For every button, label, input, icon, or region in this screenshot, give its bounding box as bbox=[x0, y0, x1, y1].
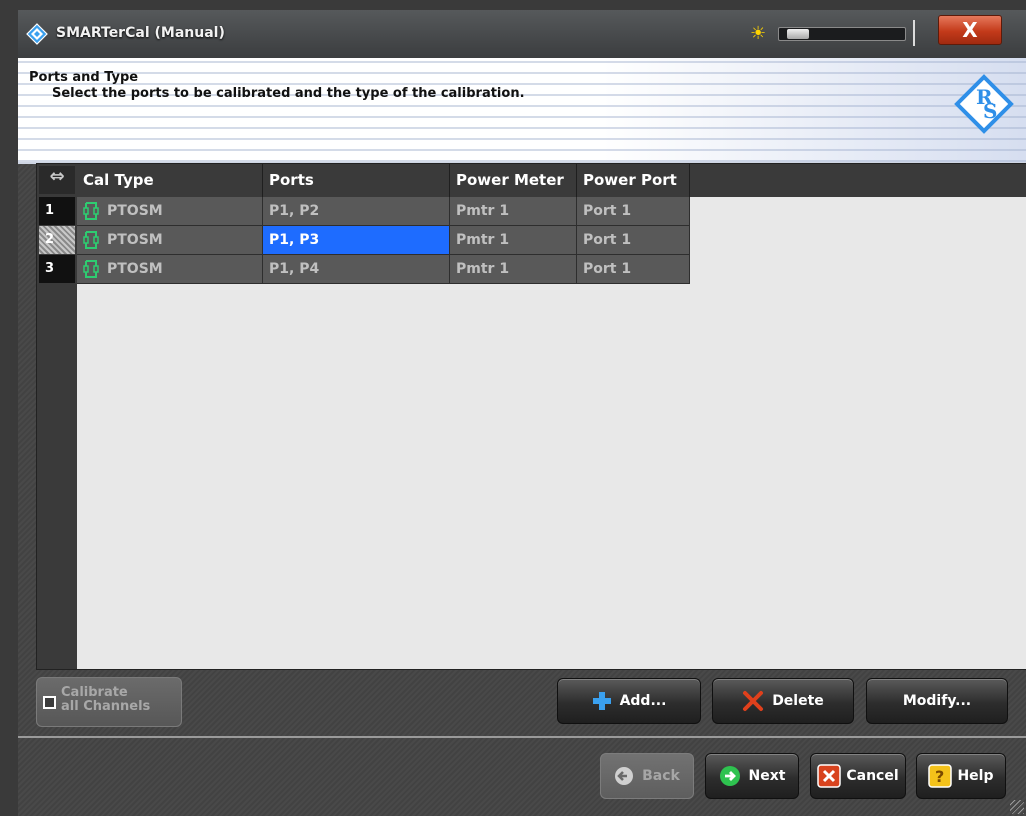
help-button[interactable]: ? Help bbox=[916, 753, 1006, 799]
cell-cal-type[interactable]: PTOSM bbox=[77, 226, 263, 255]
calibrate-all-line1: Calibrate bbox=[61, 685, 128, 700]
cell-power-meter[interactable]: Pmtr 1 bbox=[450, 255, 577, 284]
cell-power-meter[interactable]: Pmtr 1 bbox=[450, 226, 577, 255]
cancel-label: Cancel bbox=[846, 768, 899, 784]
footer-divider bbox=[18, 736, 1026, 738]
step-title: Ports and Type bbox=[29, 70, 139, 85]
back-button[interactable]: Back bbox=[600, 753, 694, 799]
close-button[interactable]: X bbox=[938, 15, 1002, 45]
cancel-x-icon bbox=[817, 764, 842, 788]
cell-ports[interactable]: P1, P4 bbox=[263, 255, 450, 284]
calibration-type-icon bbox=[83, 202, 99, 220]
calibration-table: ⇔ Cal Type Ports Power Meter Power Port … bbox=[36, 163, 1026, 670]
plus-icon bbox=[592, 692, 611, 710]
rohde-schwarz-logo-icon: R S bbox=[954, 74, 1014, 134]
add-label: Add... bbox=[619, 693, 667, 709]
cal-type-value: PTOSM bbox=[107, 203, 163, 219]
row-number[interactable]: 2 bbox=[39, 226, 75, 254]
cell-ports[interactable]: P1, P2 bbox=[263, 197, 450, 226]
cell-power-port[interactable]: Port 1 bbox=[577, 197, 690, 226]
app-logo-icon bbox=[26, 23, 48, 45]
help-icon: ? bbox=[928, 764, 953, 788]
column-header-ports[interactable]: Ports bbox=[263, 164, 450, 197]
cal-type-value: PTOSM bbox=[107, 261, 163, 277]
resize-columns-icon[interactable]: ⇔ bbox=[39, 166, 75, 194]
next-button[interactable]: Next bbox=[705, 753, 799, 799]
back-label: Back bbox=[642, 768, 680, 784]
next-label: Next bbox=[748, 768, 786, 784]
modify-button[interactable]: Modify... bbox=[866, 678, 1008, 724]
delete-label: Delete bbox=[772, 693, 824, 709]
row-number[interactable]: 3 bbox=[39, 255, 75, 283]
cell-power-port[interactable]: Port 1 bbox=[577, 226, 690, 255]
cell-power-meter[interactable]: Pmtr 1 bbox=[450, 197, 577, 226]
resize-grip[interactable] bbox=[1010, 800, 1024, 814]
cell-power-port[interactable]: Port 1 bbox=[577, 255, 690, 284]
checkbox-box[interactable] bbox=[43, 696, 56, 709]
slider-end-divider bbox=[913, 20, 915, 46]
modify-label: Modify... bbox=[902, 693, 972, 709]
add-button[interactable]: Add... bbox=[557, 678, 701, 724]
cell-ports-selected[interactable]: P1, P3 bbox=[263, 226, 450, 255]
cell-cal-type[interactable]: PTOSM bbox=[77, 255, 263, 284]
svg-text:S: S bbox=[983, 99, 997, 123]
delete-button[interactable]: Delete bbox=[712, 678, 854, 724]
slider-thumb[interactable] bbox=[787, 29, 809, 39]
cancel-button[interactable]: Cancel bbox=[810, 753, 906, 799]
arrow-left-icon bbox=[615, 767, 634, 785]
step-description: Select the ports to be calibrated and th… bbox=[52, 86, 525, 101]
calibration-type-icon bbox=[83, 260, 99, 278]
brightness-sun-icon: ☀ bbox=[750, 23, 767, 44]
column-header-power-port[interactable]: Power Port bbox=[577, 164, 690, 197]
row-number[interactable]: 1 bbox=[39, 197, 75, 225]
column-header-cal-type[interactable]: Cal Type bbox=[77, 164, 263, 197]
calibrate-all-line2: all Channels bbox=[61, 699, 151, 714]
arrow-right-icon bbox=[719, 766, 740, 786]
cal-type-value: PTOSM bbox=[107, 232, 163, 248]
cell-cal-type[interactable]: PTOSM bbox=[77, 197, 263, 226]
brightness-slider[interactable] bbox=[778, 27, 906, 41]
calibrate-all-label: Calibrate all Channels bbox=[61, 686, 150, 714]
smartercal-dialog: SMARTerCal (Manual) ☀ X Ports and Type S… bbox=[18, 10, 1026, 816]
delete-x-icon bbox=[743, 691, 764, 711]
wizard-header: Ports and Type Select the ports to be ca… bbox=[18, 58, 1026, 164]
calibration-type-icon bbox=[83, 231, 99, 249]
column-header-power-meter[interactable]: Power Meter bbox=[450, 164, 577, 197]
calibrate-all-channels-checkbox[interactable]: Calibrate all Channels bbox=[36, 677, 182, 727]
svg-text:?: ? bbox=[935, 767, 944, 786]
window-title: SMARTerCal (Manual) bbox=[56, 25, 225, 41]
title-bar: SMARTerCal (Manual) ☀ X bbox=[18, 10, 1026, 58]
help-label: Help bbox=[957, 768, 994, 784]
